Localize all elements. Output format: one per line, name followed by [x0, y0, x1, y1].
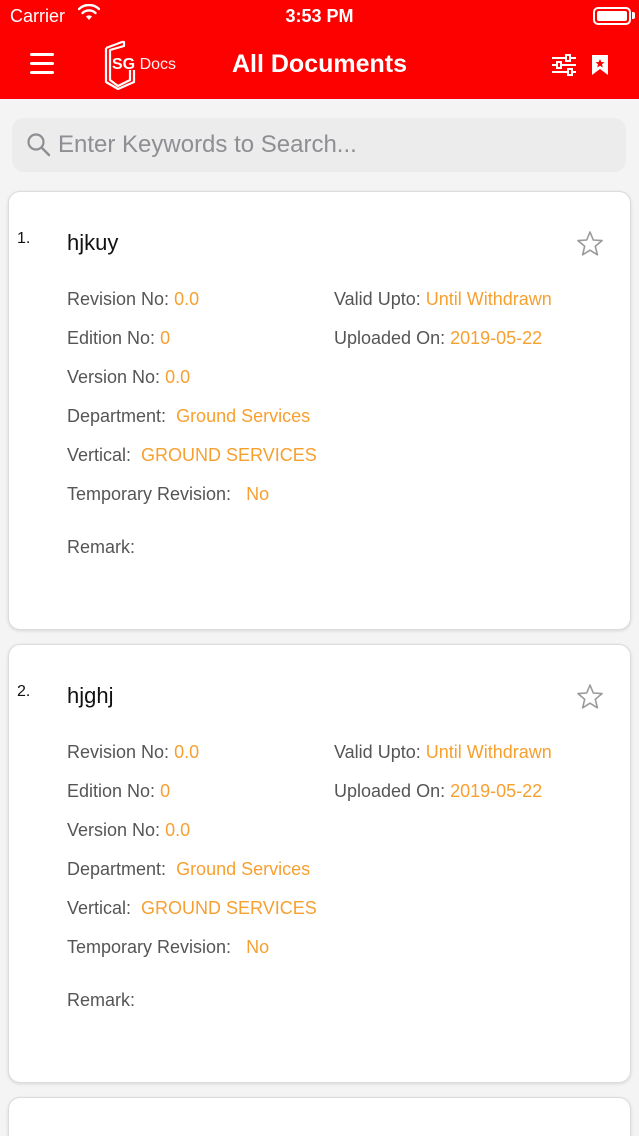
vertical-value: GROUND SERVICES: [141, 898, 317, 918]
revision-label: Revision No:: [67, 289, 170, 309]
remark-label: Remark:: [67, 537, 136, 557]
document-title[interactable]: hjghj: [67, 683, 113, 709]
app-header: Carrier 3:53 PM SG Docs All Documents: [0, 0, 639, 99]
search-bar[interactable]: [12, 118, 626, 172]
status-bar: Carrier 3:53 PM: [0, 0, 639, 34]
edition-label: Edition No:: [67, 781, 156, 801]
document-index: 1.: [17, 230, 31, 247]
bookmark-star-icon[interactable]: [590, 53, 610, 77]
valid-upto-label: Valid Upto:: [334, 742, 421, 762]
filter-sliders-icon[interactable]: [551, 54, 577, 76]
document-card-partial[interactable]: [8, 1097, 631, 1136]
department-field: Department: Ground Services: [67, 859, 310, 880]
temporary-revision-value: No: [246, 484, 270, 504]
valid-upto-label: Valid Upto:: [334, 289, 421, 309]
temporary-revision-label: Temporary Revision:: [67, 937, 232, 957]
remark-field: Remark:: [67, 537, 135, 558]
uploaded-on-value: 2019-05-22: [450, 328, 543, 348]
vertical-label: Vertical:: [67, 898, 132, 918]
version-label: Version No:: [67, 820, 161, 840]
revision-label: Revision No:: [67, 742, 170, 762]
revision-field: Revision No: 0.0: [67, 742, 199, 763]
vertical-field: Vertical: GROUND SERVICES: [67, 898, 317, 919]
version-value: 0.0: [165, 820, 191, 840]
battery-tip: [632, 12, 635, 19]
document-card[interactable]: 2. hjghj Revision No: 0.0 Valid Upto: Un…: [8, 644, 631, 1083]
department-label: Department:: [67, 859, 167, 879]
search-input[interactable]: [58, 118, 618, 172]
valid-upto-field: Valid Upto: Until Withdrawn: [334, 289, 552, 310]
revision-field: Revision No: 0.0: [67, 289, 199, 310]
edition-value: 0: [160, 781, 171, 801]
uploaded-on-field: Uploaded On: 2019-05-22: [334, 781, 542, 802]
edition-field: Edition No: 0: [67, 781, 170, 802]
department-value: Ground Services: [176, 406, 311, 426]
valid-upto-field: Valid Upto: Until Withdrawn: [334, 742, 552, 763]
temporary-revision-label: Temporary Revision:: [67, 484, 232, 504]
uploaded-on-label: Uploaded On:: [334, 781, 446, 801]
favorite-star-icon[interactable]: [576, 683, 604, 711]
document-index: 2.: [17, 683, 31, 700]
version-value: 0.0: [165, 367, 191, 387]
status-time: 3:53 PM: [285, 6, 354, 26]
edition-label: Edition No:: [67, 328, 156, 348]
battery-icon: [593, 7, 631, 25]
temporary-revision-value: No: [246, 937, 270, 957]
uploaded-on-label: Uploaded On:: [334, 328, 446, 348]
vertical-label: Vertical:: [67, 445, 132, 465]
edition-field: Edition No: 0: [67, 328, 170, 349]
uploaded-on-field: Uploaded On: 2019-05-22: [334, 328, 542, 349]
revision-value: 0.0: [174, 289, 200, 309]
department-label: Department:: [67, 406, 167, 426]
revision-value: 0.0: [174, 742, 200, 762]
department-value: Ground Services: [176, 859, 311, 879]
vertical-value: GROUND SERVICES: [141, 445, 317, 465]
remark-label: Remark:: [67, 990, 136, 1010]
document-card[interactable]: 1. hjkuy Revision No: 0.0 Valid Upto: Un…: [8, 191, 631, 630]
page-title: All Documents: [231, 50, 408, 78]
version-field: Version No: 0.0: [67, 367, 190, 388]
valid-upto-value: Until Withdrawn: [425, 742, 552, 762]
uploaded-on-value: 2019-05-22: [450, 781, 543, 801]
vertical-field: Vertical: GROUND SERVICES: [67, 445, 317, 466]
version-field: Version No: 0.0: [67, 820, 190, 841]
edition-value: 0: [160, 328, 171, 348]
valid-upto-value: Until Withdrawn: [425, 289, 552, 309]
version-label: Version No:: [67, 367, 161, 387]
favorite-star-icon[interactable]: [576, 230, 604, 258]
temporary-revision-field: Temporary Revision: No: [67, 484, 269, 505]
search-icon: [27, 133, 51, 157]
temporary-revision-field: Temporary Revision: No: [67, 937, 269, 958]
document-title[interactable]: hjkuy: [67, 230, 118, 256]
department-field: Department: Ground Services: [67, 406, 310, 427]
remark-field: Remark:: [67, 990, 135, 1011]
